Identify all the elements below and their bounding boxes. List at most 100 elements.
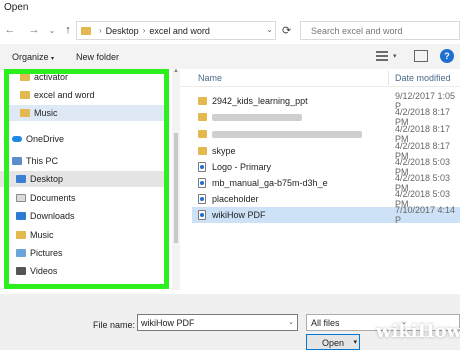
nav-item-label: Downloads bbox=[30, 211, 75, 221]
file-name: wikiHow PDF bbox=[212, 210, 266, 220]
chevron-right-icon[interactable]: › bbox=[6, 176, 16, 183]
column-divider[interactable] bbox=[388, 71, 389, 85]
breadcrumb-chevron-icon[interactable]: › bbox=[99, 26, 102, 35]
view-dropdown-icon[interactable]: ▾ bbox=[393, 52, 397, 60]
navigation-scrollbar[interactable]: ▲ bbox=[172, 68, 180, 290]
nav-item-excel-and-word[interactable]: excel and word bbox=[20, 87, 95, 103]
file-type-value: All files bbox=[311, 318, 340, 328]
help-icon[interactable]: ? bbox=[440, 49, 454, 63]
recent-locations-dropdown-icon[interactable]: ⌄ bbox=[44, 22, 60, 38]
forward-arrow-icon[interactable]: → bbox=[26, 22, 42, 38]
document-icon bbox=[198, 162, 206, 172]
nav-item-this-pc[interactable]: This PC bbox=[12, 153, 58, 169]
up-arrow-icon[interactable]: ↑ bbox=[60, 22, 76, 38]
address-dropdown-icon[interactable]: ⌄ bbox=[266, 25, 273, 34]
chevron-right-icon[interactable]: › bbox=[6, 213, 16, 220]
nav-item-label: Music bbox=[34, 108, 58, 118]
nav-item-music-quick[interactable]: Music bbox=[6, 105, 166, 121]
nav-item-documents[interactable]: › Documents bbox=[6, 190, 76, 206]
nav-item-label: Documents bbox=[30, 193, 76, 203]
document-icon bbox=[198, 178, 206, 188]
downloads-icon bbox=[16, 212, 26, 220]
document-icon bbox=[198, 210, 206, 220]
folder-icon bbox=[81, 26, 91, 35]
new-folder-button[interactable]: New folder bbox=[76, 52, 119, 62]
folder-icon bbox=[198, 147, 207, 155]
pictures-icon bbox=[16, 249, 26, 257]
file-list: ^ Name Date modified 2942_kids_learning_… bbox=[180, 69, 460, 294]
nav-item-label: Videos bbox=[30, 266, 58, 276]
column-header-name[interactable]: Name bbox=[198, 73, 222, 83]
organize-button[interactable]: Organize ▾ bbox=[12, 52, 54, 62]
preview-pane-icon[interactable] bbox=[414, 50, 428, 62]
file-name: 2942_kids_learning_ppt bbox=[212, 96, 308, 106]
file-row[interactable]: 4/2/2018 8:17 PM bbox=[198, 124, 460, 144]
onedrive-icon bbox=[12, 136, 22, 142]
folder-icon bbox=[198, 97, 207, 105]
column-header-date-modified[interactable]: Date modified bbox=[395, 73, 451, 83]
wikihow-watermark: wikiHow bbox=[376, 321, 460, 342]
chevron-right-icon[interactable]: › bbox=[6, 250, 16, 257]
file-name: skype bbox=[212, 146, 236, 156]
music-icon bbox=[16, 231, 26, 239]
refresh-icon[interactable]: ⟳ bbox=[282, 24, 291, 37]
scrollbar-thumb[interactable] bbox=[174, 133, 178, 243]
document-icon bbox=[198, 194, 206, 204]
documents-icon bbox=[16, 194, 26, 202]
sort-caret-icon: ^ bbox=[290, 69, 294, 73]
file-name: mb_manual_ga-b75m-d3h_e bbox=[212, 178, 328, 188]
chevron-right-icon[interactable]: › bbox=[6, 232, 16, 239]
nav-item-label: Pictures bbox=[30, 248, 63, 258]
redacted-file-name bbox=[212, 114, 302, 121]
view-details-icon[interactable] bbox=[376, 51, 388, 61]
back-arrow-icon[interactable]: ← bbox=[2, 22, 18, 38]
navigation-pane: activator excel and word Music OneDrive … bbox=[0, 69, 180, 294]
nav-item-desktop[interactable]: › Desktop bbox=[0, 171, 165, 187]
chevron-right-icon[interactable]: › bbox=[6, 268, 16, 275]
nav-item-onedrive[interactable]: OneDrive bbox=[12, 131, 64, 147]
nav-item-videos[interactable]: › Videos bbox=[6, 263, 57, 279]
breadcrumb-chevron-icon[interactable]: › bbox=[143, 26, 146, 35]
column-header-row: ^ Name Date modified bbox=[180, 69, 460, 87]
file-name-value: wikiHow PDF bbox=[141, 318, 195, 328]
file-row[interactable]: 4/2/2018 8:17 PM bbox=[198, 107, 460, 127]
desktop-icon bbox=[16, 175, 26, 183]
breadcrumb-excel-and-word[interactable]: excel and word bbox=[149, 26, 210, 36]
nav-item-activator[interactable]: activator bbox=[20, 69, 68, 85]
videos-icon bbox=[16, 267, 26, 275]
folder-icon bbox=[198, 113, 207, 121]
window-title: Open bbox=[0, 0, 460, 16]
nav-item-label: Music bbox=[30, 230, 54, 240]
file-name-input[interactable]: wikiHow PDF ⌄ bbox=[137, 314, 298, 331]
this-pc-icon bbox=[12, 157, 22, 165]
nav-item-label: This PC bbox=[26, 156, 59, 166]
address-row: ← → ⌄ ↑ › Desktop › excel and word ⌄ ⟳ S… bbox=[0, 16, 460, 44]
nav-item-downloads[interactable]: › Downloads bbox=[6, 208, 75, 224]
open-button[interactable]: Open ▾ bbox=[306, 334, 360, 350]
nav-item-label: activator bbox=[34, 72, 69, 82]
file-name: Logo - Primary bbox=[212, 162, 272, 172]
folder-icon bbox=[20, 73, 30, 81]
chevron-down-icon[interactable]: ⌄ bbox=[288, 318, 294, 326]
file-name-label: File name: bbox=[93, 320, 136, 330]
scroll-up-icon[interactable]: ▲ bbox=[173, 68, 179, 74]
file-row-selected[interactable]: wikiHow PDF 7/10/2017 4:14 P bbox=[192, 205, 460, 225]
nav-item-label: excel and word bbox=[34, 90, 95, 100]
folder-icon bbox=[20, 109, 30, 117]
nav-item-music[interactable]: › Music bbox=[6, 227, 54, 243]
command-bar: Organize ▾ New folder ▾ ? bbox=[0, 44, 460, 69]
folder-icon bbox=[198, 130, 207, 138]
chevron-down-icon: ▾ bbox=[51, 56, 55, 62]
address-bar[interactable]: › Desktop › excel and word ⌄ bbox=[76, 21, 276, 40]
breadcrumb-desktop[interactable]: Desktop bbox=[106, 26, 139, 36]
redacted-file-name bbox=[212, 131, 362, 138]
open-label: Open bbox=[321, 338, 345, 348]
chevron-right-icon[interactable]: › bbox=[6, 195, 16, 202]
nav-item-label: OneDrive bbox=[26, 134, 65, 144]
folder-icon bbox=[20, 91, 30, 99]
nav-item-pictures[interactable]: › Pictures bbox=[6, 245, 63, 261]
search-input[interactable]: Search excel and word bbox=[300, 21, 460, 40]
file-date: 7/10/2017 4:14 P bbox=[395, 205, 456, 225]
organize-label: Organize bbox=[12, 52, 49, 62]
nav-item-label: Desktop bbox=[30, 174, 64, 184]
